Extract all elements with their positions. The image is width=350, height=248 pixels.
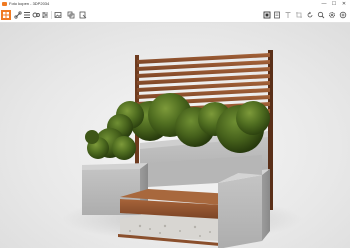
garden-bench-render xyxy=(62,50,302,248)
left-planter-top xyxy=(82,163,148,170)
window-title: Foto kopen - 3DP2034 xyxy=(9,1,50,6)
export-icon[interactable] xyxy=(78,10,88,20)
toolbar xyxy=(0,8,350,23)
grid-icon[interactable] xyxy=(1,10,11,20)
close-button[interactable]: ✕ xyxy=(339,0,349,8)
right-block-front xyxy=(218,175,262,248)
minimize-button[interactable]: — xyxy=(319,0,329,8)
app-window: Foto kopen - 3DP2034 — ☐ ✕ xyxy=(0,0,350,248)
app-icon xyxy=(2,2,7,6)
document-icon[interactable] xyxy=(272,10,282,20)
right-block-side xyxy=(262,169,270,241)
crop-icon[interactable] xyxy=(294,10,304,20)
settings-sliders-icon[interactable] xyxy=(40,10,50,20)
zoom-icon[interactable] xyxy=(316,10,326,20)
frame-icon[interactable] xyxy=(262,10,272,20)
image-icon[interactable] xyxy=(53,10,63,20)
text-icon[interactable] xyxy=(283,10,293,20)
maximize-button[interactable]: ☐ xyxy=(329,0,339,8)
gear-icon[interactable] xyxy=(327,10,337,20)
rotate-icon[interactable] xyxy=(305,10,315,20)
share-icon[interactable] xyxy=(338,10,348,20)
layers-icon[interactable] xyxy=(66,10,76,20)
render-viewport[interactable] xyxy=(0,23,350,248)
